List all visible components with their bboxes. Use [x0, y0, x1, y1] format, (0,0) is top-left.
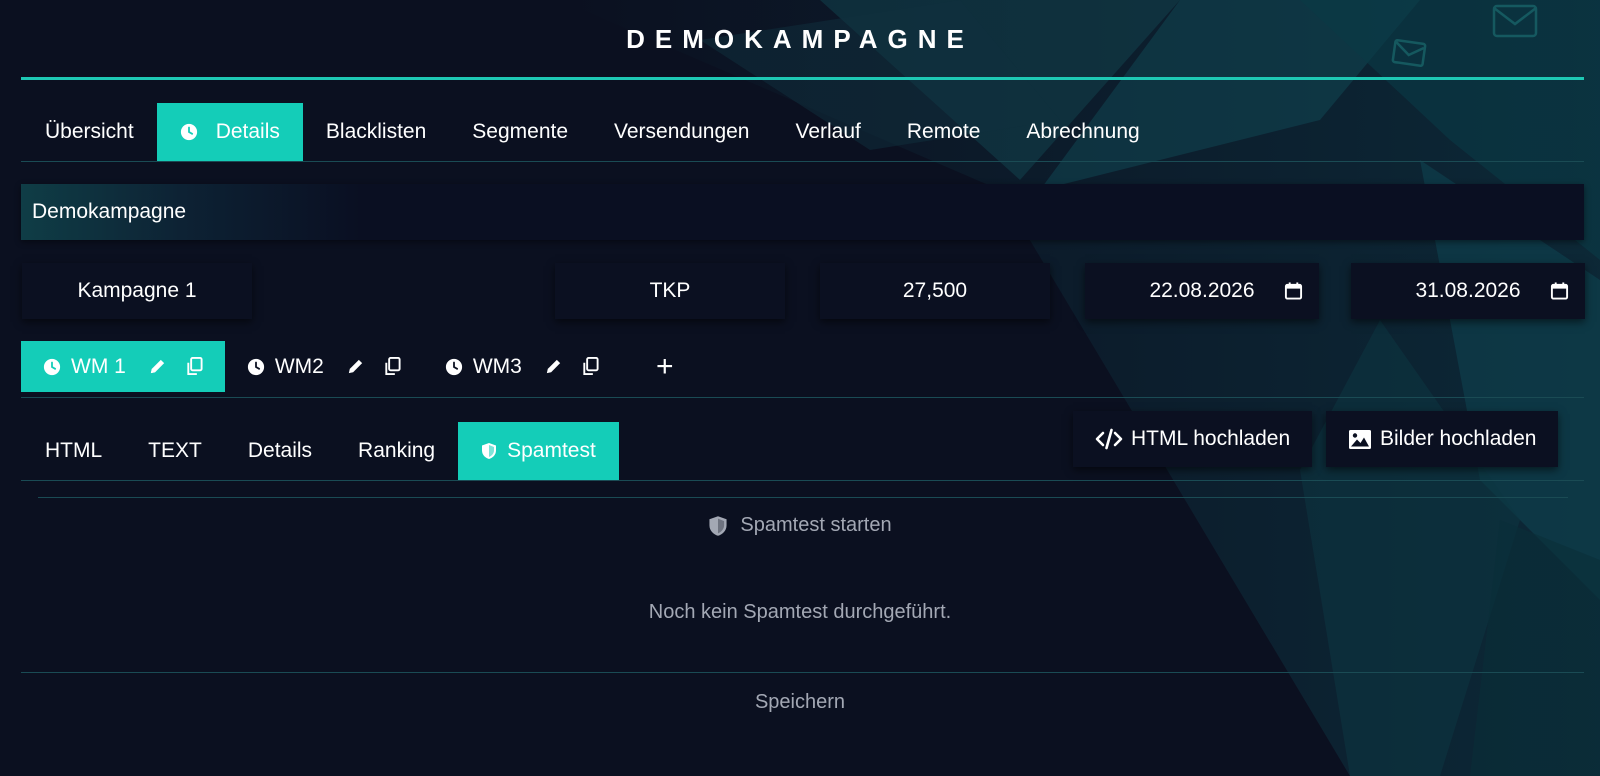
tab-ranking[interactable]: Ranking [335, 422, 458, 480]
tab-versendungen[interactable]: Versendungen [591, 103, 772, 161]
end-date-field[interactable]: 31.08.2026 [1351, 263, 1585, 319]
copy-icon[interactable] [383, 357, 401, 376]
html-upload-button[interactable]: HTML hochladen [1073, 411, 1313, 467]
tab-details[interactable]: Details [156, 103, 303, 161]
campaign-title-field[interactable]: Kampagne 1 [22, 263, 252, 319]
clock-icon [445, 358, 463, 376]
tab-html[interactable]: HTML [22, 422, 125, 480]
tab-text[interactable]: TEXT [125, 422, 225, 480]
pricing-model-value: TKP [649, 279, 691, 302]
tab-label: Segmente [472, 120, 569, 143]
start-spamtest-button[interactable]: Spamtest starten [0, 514, 1600, 537]
panel-top-divider [38, 497, 1568, 498]
mailing-tab-bar: WM 1 WM2 WM3 [21, 341, 621, 392]
mailing-label: WM 1 [71, 354, 126, 378]
mailing-tab-wm1[interactable]: WM 1 [21, 341, 225, 392]
content-tab-bar: HTML TEXT Details Ranking Spamtest [22, 422, 619, 480]
tab-label: Blacklisten [325, 120, 427, 143]
mailing-divider [21, 397, 1584, 398]
tab-label: Remote [906, 120, 981, 143]
campaign-name-field[interactable]: Demokampagne [21, 184, 1584, 240]
tab-blacklisten[interactable]: Blacklisten [303, 103, 449, 161]
tab-label: HTML [45, 439, 103, 462]
image-icon [1348, 429, 1372, 450]
start-date-value: 22.08.2026 [1149, 279, 1255, 302]
copy-icon[interactable] [185, 357, 203, 376]
images-upload-label: Bilder hochladen [1380, 427, 1537, 450]
clock-icon [180, 123, 198, 141]
tab-label: Details [247, 439, 313, 462]
tab-label: Verlauf [795, 120, 861, 143]
code-icon [1095, 428, 1123, 450]
tab-label: Abrechnung [1026, 120, 1140, 143]
amount-field[interactable]: 27,500 [820, 263, 1050, 319]
tab-spamtest[interactable]: Spamtest [458, 422, 619, 480]
page-title: DEMOKAMPAGNE [626, 24, 974, 54]
html-upload-label: HTML hochladen [1131, 427, 1291, 450]
calendar-icon[interactable] [1550, 281, 1569, 307]
title-divider [21, 77, 1584, 80]
mailing-tab-wm3[interactable]: WM3 [423, 341, 621, 392]
end-date-value: 31.08.2026 [1415, 279, 1521, 302]
mailing-tab-wm2[interactable]: WM2 [225, 341, 423, 392]
tab-label: Übersicht [45, 120, 134, 143]
tab-segmente[interactable]: Segmente [449, 103, 591, 161]
spamtest-empty-message: Noch kein Spamtest durchgeführt. [648, 601, 952, 623]
tab-remote[interactable]: Remote [884, 103, 1004, 161]
footer-divider [21, 672, 1584, 673]
pencil-icon[interactable] [148, 357, 167, 376]
clock-icon [43, 358, 61, 376]
campaign-name-value: Demokampagne [32, 200, 187, 223]
add-mailing-button[interactable]: + [656, 352, 674, 382]
tab-label: TEXT [148, 439, 202, 462]
tab-label: Ranking [358, 439, 436, 462]
start-spamtest-label: Spamtest starten [740, 514, 892, 536]
shield-icon [481, 442, 497, 460]
pencil-icon[interactable] [544, 357, 563, 376]
mailing-label: WM3 [472, 354, 522, 378]
main-tab-bar: Übersicht Details Blacklisten Segmente V… [22, 103, 1163, 161]
tab-abrechnung[interactable]: Abrechnung [1003, 103, 1162, 161]
tab-label: Versendungen [614, 120, 750, 143]
campaign-title-value: Kampagne 1 [77, 279, 197, 302]
start-date-field[interactable]: 22.08.2026 [1085, 263, 1319, 319]
tab-divider [21, 161, 1584, 162]
tab-uebersicht[interactable]: Übersicht [22, 103, 157, 161]
tab-label: Details [215, 120, 280, 143]
copy-icon[interactable] [581, 357, 599, 376]
clock-icon [247, 358, 265, 376]
tab-label: Spamtest [507, 439, 596, 462]
page: DEMOKAMPAGNE Übersicht Details Blacklist… [0, 0, 1600, 776]
shield-icon [708, 515, 728, 537]
amount-value: 27,500 [902, 279, 968, 302]
calendar-icon[interactable] [1284, 281, 1303, 307]
save-button[interactable]: Speichern [0, 691, 1600, 714]
tab-verlauf[interactable]: Verlauf [773, 103, 884, 161]
content-tab-divider [21, 480, 1584, 481]
images-upload-button[interactable]: Bilder hochladen [1326, 411, 1559, 467]
mailing-label: WM2 [274, 354, 324, 378]
pencil-icon[interactable] [346, 357, 365, 376]
tab-content-details[interactable]: Details [225, 422, 335, 480]
pricing-model-select[interactable]: TKP [555, 263, 785, 319]
